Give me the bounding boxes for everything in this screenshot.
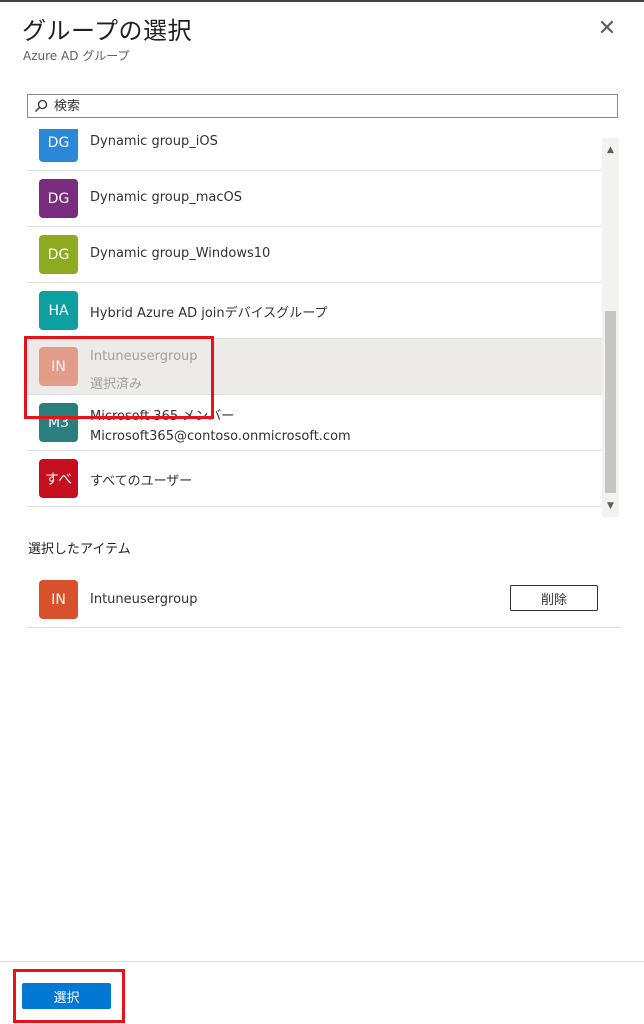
group-row-microsoft365[interactable]: M3 Microsoft 365 メンバー Microsoft365@conto… <box>27 395 602 451</box>
select-button[interactable]: 選択 <box>22 983 111 1009</box>
footer-divider <box>0 961 644 962</box>
selected-item-row: IN Intuneusergroup 削除 <box>27 572 621 628</box>
list-scrollbar[interactable]: ▲ ▼ <box>602 138 619 517</box>
group-row-hybrid-azure-ad[interactable]: HA Hybrid Azure AD joinデバイスグループ <box>27 283 602 339</box>
group-row-dynamic-macos[interactable]: DG Dynamic group_macOS <box>27 171 602 227</box>
scroll-down-icon[interactable]: ▼ <box>602 498 619 515</box>
group-avatar: すべ <box>39 459 78 498</box>
group-avatar: M3 <box>39 403 78 442</box>
group-list[interactable]: DG Dynamic group_iOS DG Dynamic group_ma… <box>27 129 602 517</box>
group-name: Microsoft 365 メンバー <box>90 409 235 424</box>
group-row-intuneusergroup[interactable]: IN Intuneusergroup 選択済み <box>27 339 602 395</box>
group-avatar: HA <box>39 291 78 330</box>
group-name: Hybrid Azure AD joinデバイスグループ <box>90 306 328 321</box>
search-input[interactable] <box>54 98 594 114</box>
search-box[interactable] <box>27 94 618 118</box>
group-row-dynamic-windows10[interactable]: DG Dynamic group_Windows10 <box>27 227 602 283</box>
remove-button[interactable]: 削除 <box>510 585 598 611</box>
group-selected-status: 選択済み <box>90 377 143 392</box>
group-avatar: DG <box>39 129 78 162</box>
page-title: グループの選択 <box>22 17 193 45</box>
group-name: Dynamic group_iOS <box>90 134 218 149</box>
search-icon <box>35 99 48 112</box>
group-name: Dynamic group_macOS <box>90 190 242 205</box>
group-avatar: DG <box>39 235 78 274</box>
selected-item-avatar: IN <box>39 580 78 619</box>
group-row-all-users[interactable]: すべ すべてのユーザー <box>27 451 602 507</box>
window-top-border <box>0 0 644 2</box>
close-icon[interactable]: ✕ <box>596 18 618 40</box>
group-list-items: DG Dynamic group_iOS DG Dynamic group_ma… <box>27 129 602 507</box>
group-avatar: IN <box>39 347 78 386</box>
group-name: すべてのユーザー <box>90 474 193 489</box>
selected-items-heading: 選択したアイテム <box>28 542 131 557</box>
selected-item-name: Intuneusergroup <box>90 592 198 607</box>
scrollbar-thumb[interactable] <box>605 311 616 493</box>
group-name: Dynamic group_Windows10 <box>90 246 271 261</box>
group-name: Intuneusergroup <box>90 349 198 364</box>
group-email: Microsoft365@contoso.onmicrosoft.com <box>90 429 351 444</box>
scroll-up-icon[interactable]: ▲ <box>602 142 619 159</box>
group-avatar: DG <box>39 179 78 218</box>
group-row-dynamic-ios[interactable]: DG Dynamic group_iOS <box>27 129 602 171</box>
page-subtitle: Azure AD グループ <box>23 49 130 63</box>
